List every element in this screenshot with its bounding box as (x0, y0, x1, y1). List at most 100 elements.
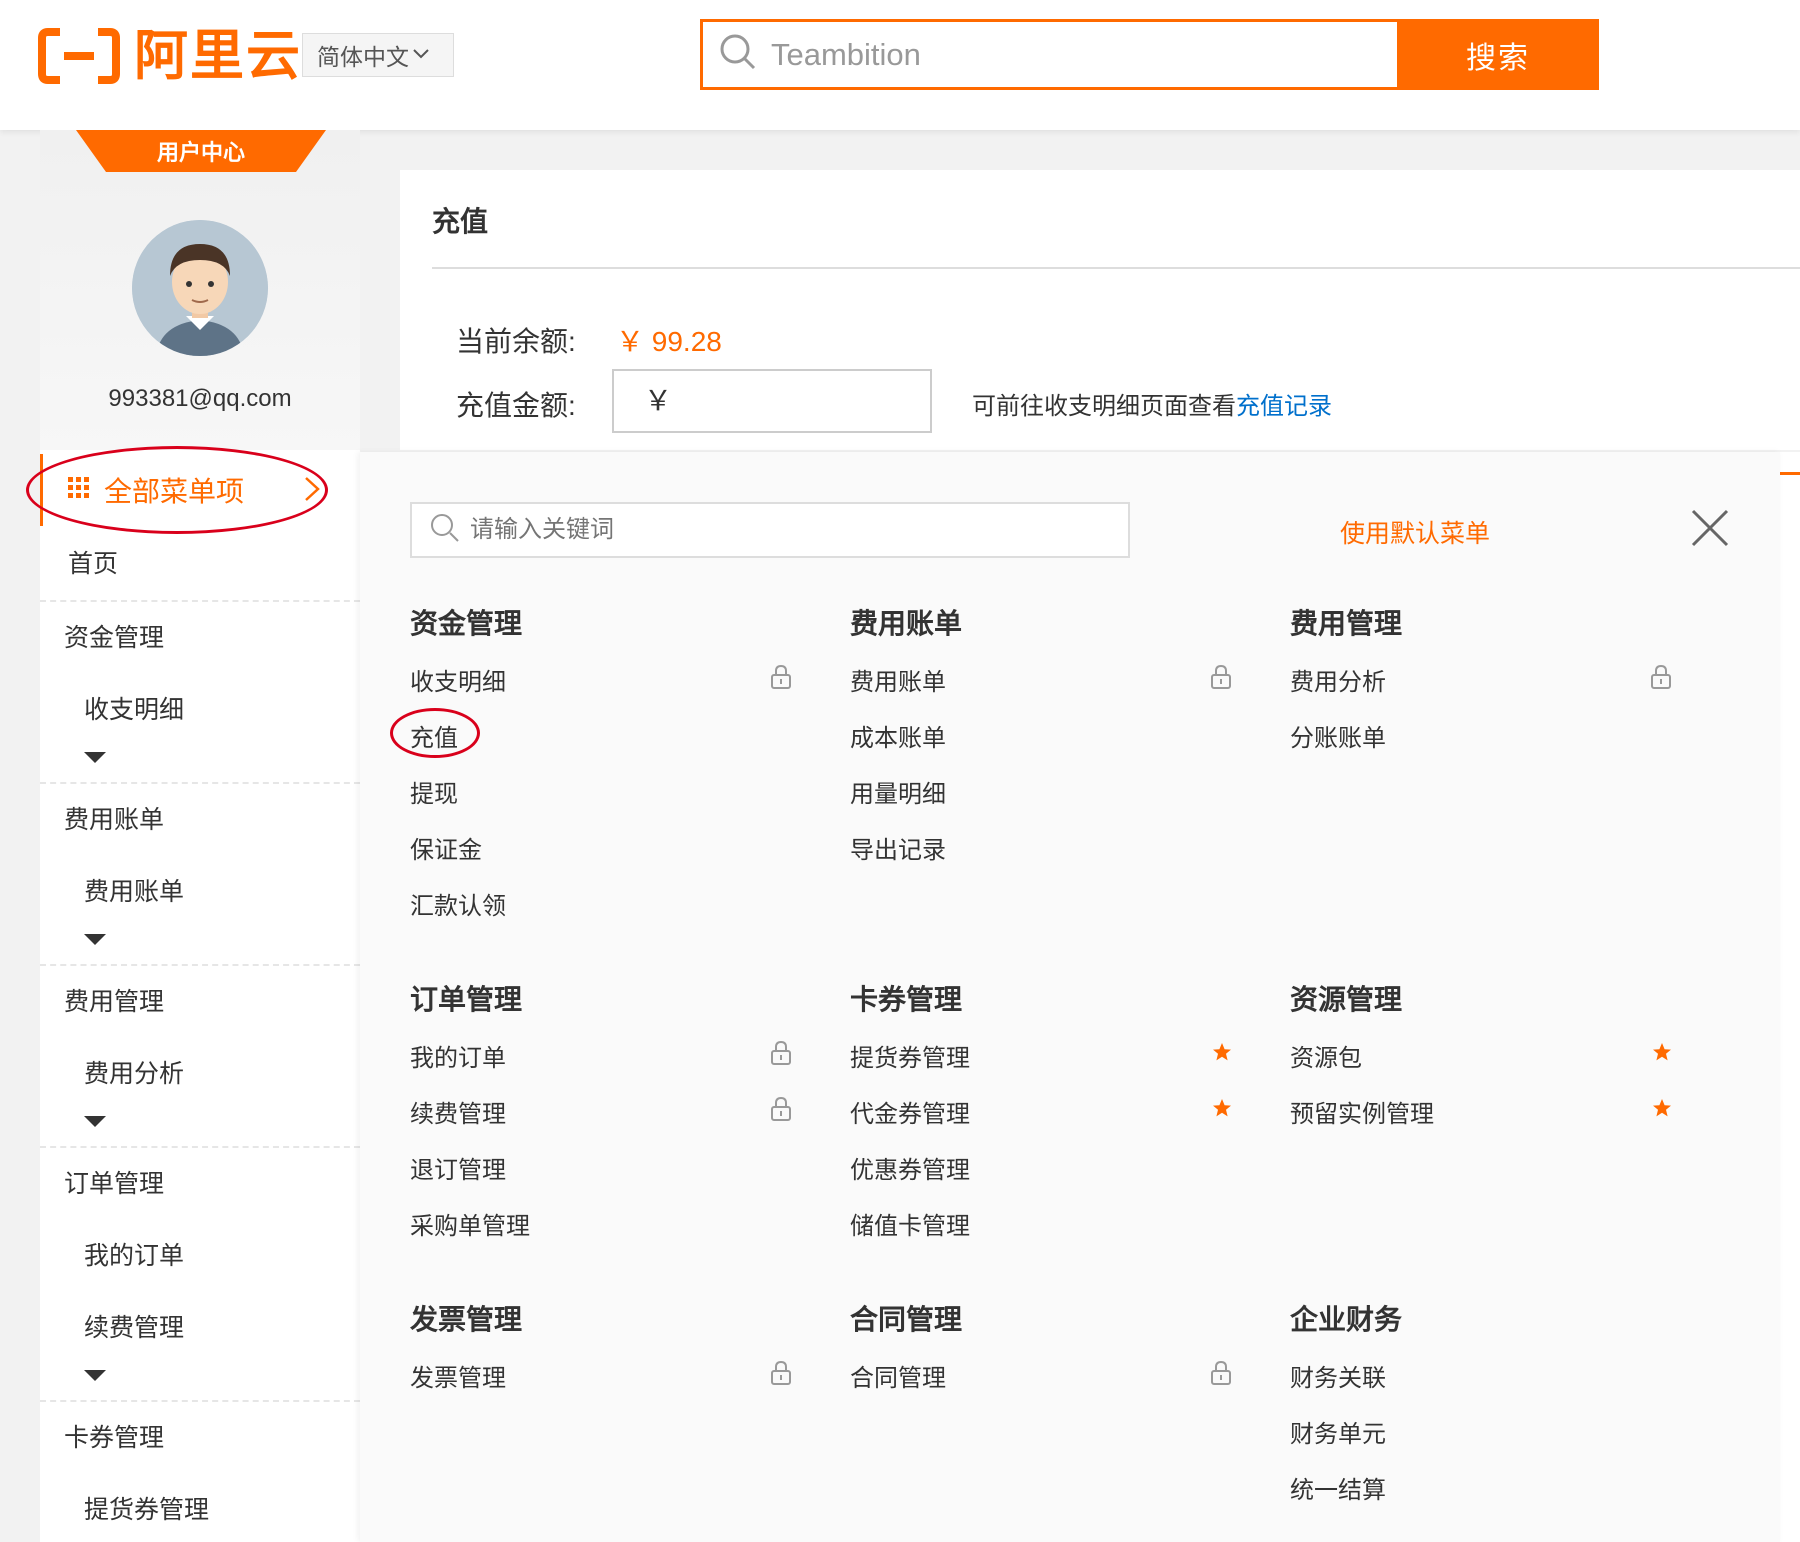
recharge-panel: 充值 当前余额: ￥ 99.28 充值金额: ￥ 可前往收支明细页面查看充值记录 (400, 170, 1800, 450)
logo-text: 阿里云 (134, 24, 302, 87)
search-button[interactable]: 搜索 (1397, 19, 1599, 90)
language-selector[interactable]: 简体中文 (302, 33, 454, 77)
menu-item[interactable]: 提现 (410, 774, 458, 809)
section-title: 合同管理 (850, 1304, 963, 1335)
sidebar-group-funds: 资金管理 收支明细 (40, 602, 360, 784)
avatar-icon (132, 220, 268, 356)
sidebar-group-cost: 费用管理 费用分析 (40, 966, 360, 1148)
balance-label: 当前余额: (456, 326, 576, 357)
amount-input[interactable]: ￥ (612, 369, 932, 433)
star-icon (1213, 1099, 1231, 1117)
menu-search-input[interactable] (470, 516, 1070, 544)
annotation-ellipse (26, 446, 328, 534)
page-title: 充值 (432, 206, 489, 237)
lock-icon (771, 1096, 791, 1121)
mega-menu-panel: 使用默认菜单 资金管理 收支明细 充值 提现 保证金 汇款认领 费用账单 费用账… (360, 452, 1780, 1542)
user-center-ribbon: 用户中心 (76, 130, 326, 172)
sidebar-item[interactable]: 收支明细 (40, 674, 360, 746)
hint-text: 可前往收支明细页面查看 (972, 393, 1236, 420)
sidebar-menu: 首页 资金管理 收支明细 费用账单 费用账单 费用管理 费用分析 订单管理 我的… (40, 528, 360, 1542)
language-label: 简体中文 (317, 44, 409, 70)
sidebar-item[interactable]: 续费管理 (40, 1292, 360, 1364)
aliyun-logo[interactable]: 阿里云 (38, 28, 302, 84)
lock-icon (771, 1360, 791, 1385)
menu-item[interactable]: 合同管理 (850, 1358, 946, 1393)
recharge-record-link[interactable]: 充值记录 (1236, 393, 1332, 420)
search-icon (719, 33, 757, 76)
lock-icon (1211, 1360, 1231, 1385)
expand-caret-icon[interactable] (40, 1110, 360, 1146)
section-title: 订单管理 (410, 984, 523, 1015)
sidebar-group-title[interactable]: 费用账单 (40, 784, 360, 856)
lock-icon (771, 664, 791, 689)
menu-item[interactable]: 采购单管理 (410, 1206, 530, 1241)
expand-caret-icon[interactable] (40, 746, 360, 782)
top-header: 阿里云 简体中文 搜索 (0, 0, 1800, 130)
sidebar-group-title[interactable]: 订单管理 (40, 1148, 360, 1220)
lock-icon (1211, 664, 1231, 689)
sidebar-group-title[interactable]: 卡券管理 (40, 1402, 360, 1474)
menu-item[interactable]: 退订管理 (410, 1150, 506, 1185)
sidebar-group-title[interactable]: 费用管理 (40, 966, 360, 1038)
star-icon (1213, 1043, 1231, 1061)
close-icon[interactable] (1690, 508, 1730, 548)
menu-item[interactable]: 用量明细 (850, 774, 946, 809)
section-title: 费用账单 (850, 608, 963, 639)
user-card: 用户中心 993381@qq.com (40, 130, 360, 450)
global-search[interactable] (700, 19, 1400, 90)
menu-item[interactable]: 代金券管理 (850, 1094, 970, 1129)
menu-item[interactable]: 汇款认领 (410, 886, 506, 921)
section-title: 卡券管理 (850, 984, 963, 1015)
amount-label: 充值金额: (456, 390, 576, 421)
menu-item[interactable]: 统一结算 (1290, 1470, 1386, 1505)
edge-accent (1780, 472, 1800, 475)
balance-value: ￥ 99.28 (616, 326, 722, 357)
menu-item[interactable]: 费用分析 (1290, 662, 1386, 697)
sidebar-item-home[interactable]: 首页 (40, 528, 360, 600)
lock-icon (1651, 664, 1671, 689)
user-email: 993381@qq.com (108, 385, 292, 412)
menu-item[interactable]: 费用账单 (850, 662, 946, 697)
expand-caret-icon[interactable] (40, 1364, 360, 1400)
menu-item[interactable]: 分账账单 (1290, 718, 1386, 753)
sidebar-item[interactable]: 费用分析 (40, 1038, 360, 1110)
sidebar-group-title[interactable]: 资金管理 (40, 602, 360, 674)
menu-item[interactable]: 续费管理 (410, 1094, 506, 1129)
sidebar-group-home: 首页 (40, 528, 360, 602)
menu-item[interactable]: 导出记录 (850, 830, 946, 865)
menu-item[interactable]: 财务单元 (1290, 1414, 1386, 1449)
global-search-input[interactable] (771, 36, 1331, 73)
section-title: 资源管理 (1290, 984, 1403, 1015)
sidebar-item[interactable]: 提货券管理 (40, 1474, 360, 1542)
menu-item[interactable]: 成本账单 (850, 718, 946, 753)
avatar[interactable] (132, 220, 268, 356)
menu-item[interactable]: 财务关联 (1290, 1358, 1386, 1393)
sidebar-group-orders: 订单管理 我的订单 续费管理 (40, 1148, 360, 1402)
section-title: 企业财务 (1290, 1304, 1403, 1335)
star-icon (1653, 1043, 1671, 1061)
section-title: 发票管理 (410, 1304, 523, 1335)
sidebar-group-bills: 费用账单 费用账单 (40, 784, 360, 966)
menu-item[interactable]: 收支明细 (410, 662, 506, 697)
menu-item[interactable]: 提货券管理 (850, 1038, 970, 1073)
menu-item[interactable]: 发票管理 (410, 1358, 506, 1393)
menu-item[interactable]: 资源包 (1290, 1038, 1362, 1073)
sidebar-item[interactable]: 我的订单 (40, 1220, 360, 1292)
lock-icon (771, 1040, 791, 1065)
menu-item[interactable]: 储值卡管理 (850, 1206, 970, 1241)
menu-item[interactable]: 优惠券管理 (850, 1150, 970, 1185)
sidebar-group-coupons: 卡券管理 提货券管理 (40, 1402, 360, 1542)
menu-item[interactable]: 我的订单 (410, 1038, 506, 1073)
recharge-hint: 可前往收支明细页面查看充值记录 (972, 386, 1332, 421)
use-default-menu-link[interactable]: 使用默认菜单 (1340, 514, 1490, 550)
section-title: 费用管理 (1290, 608, 1403, 639)
menu-item[interactable]: 预留实例管理 (1290, 1094, 1434, 1129)
currency-symbol: ￥ (644, 385, 673, 416)
menu-search[interactable] (410, 502, 1130, 558)
search-icon (430, 513, 460, 548)
menu-item[interactable]: 保证金 (410, 830, 482, 865)
chevron-down-icon (413, 46, 429, 64)
expand-caret-icon[interactable] (40, 928, 360, 964)
aliyun-logo-icon (38, 28, 120, 84)
sidebar-item[interactable]: 费用账单 (40, 856, 360, 928)
